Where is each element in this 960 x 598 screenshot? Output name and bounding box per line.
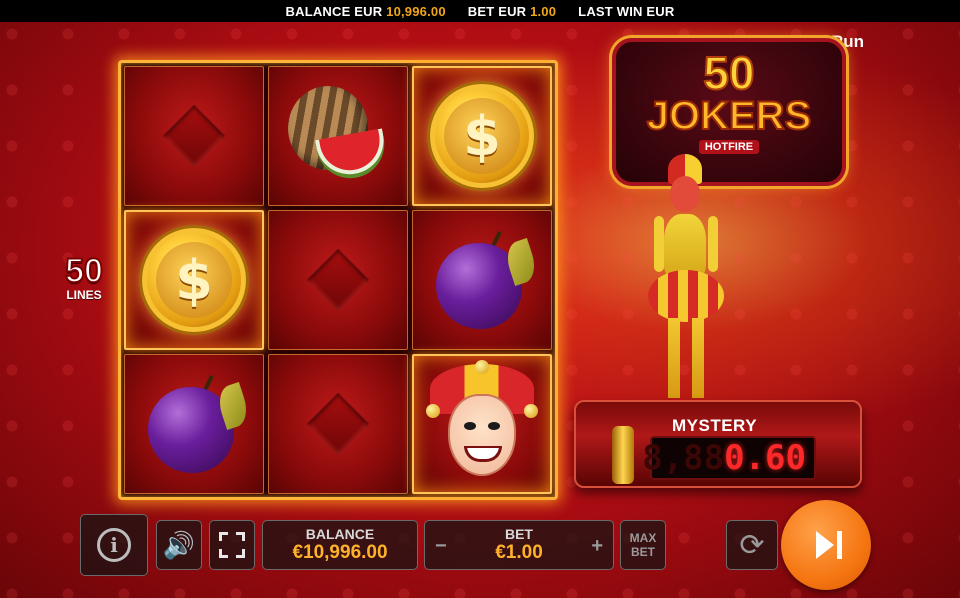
reel-cell	[268, 66, 408, 206]
logo-title: JOKERS	[646, 94, 813, 138]
reel-cell	[268, 210, 408, 350]
diamond-symbol-icon	[162, 104, 226, 168]
play-icon	[816, 531, 834, 559]
lines-label: LINES	[66, 288, 102, 302]
balance-status-label: BALANCE EUR	[285, 3, 383, 19]
plum-symbol-icon	[436, 230, 540, 329]
reel-cell	[268, 354, 408, 494]
bet-status-label: BET EUR	[467, 3, 527, 19]
reel-cell-hot: $	[412, 66, 552, 206]
mystery-jackpot: MYSTERY 8,88 0.60	[574, 400, 862, 488]
speaker-icon: 🔊	[162, 529, 196, 560]
jester-character-icon	[644, 154, 728, 410]
max-bet-button[interactable]: MAX BET	[620, 520, 666, 570]
info-button[interactable]: i	[80, 514, 148, 576]
bet-value: €1.00	[495, 542, 543, 563]
logo-subtitle: HOTFIRE	[698, 140, 760, 154]
skip-bar-icon	[837, 531, 842, 559]
bet-status: BET EUR 1.00	[468, 4, 556, 19]
dollar-coin-symbol-icon: $	[430, 84, 534, 188]
balance-status: BALANCE EUR 10,996.00	[286, 4, 446, 19]
watermelon-symbol-icon	[288, 86, 389, 186]
last-win-status: LAST WIN EUR	[578, 4, 674, 19]
reel-cell-hot	[412, 354, 552, 494]
balance-label: BALANCE	[305, 526, 375, 542]
fullscreen-button[interactable]	[209, 520, 255, 570]
logo-number: 50	[702, 47, 755, 99]
mystery-title: MYSTERY	[672, 416, 758, 435]
autoplay-button[interactable]: ⟳	[726, 520, 778, 570]
plum-symbol-icon	[148, 374, 252, 473]
mystery-value: 0.60	[724, 438, 806, 478]
balance-panel: BALANCE €10,996.00	[262, 520, 418, 570]
reel-cell	[412, 210, 552, 350]
sound-button[interactable]: 🔊	[156, 520, 202, 570]
bet-increase-button[interactable]: +	[591, 535, 603, 558]
info-icon: i	[97, 528, 131, 562]
bet-label: BET	[504, 526, 533, 542]
top-status-bar: BALANCE EUR 10,996.00 BET EUR 1.00 LAST …	[0, 0, 960, 22]
last-win-status-label: LAST WIN EUR	[578, 3, 675, 19]
jackpot-coin-icon	[612, 426, 634, 484]
mystery-display: 8,88 0.60	[642, 436, 816, 480]
diamond-symbol-icon	[306, 248, 370, 312]
reel-cell	[124, 354, 264, 494]
spin-button[interactable]	[781, 500, 871, 590]
max-bet-label-line2: BET	[631, 545, 655, 559]
reel-grid: $ $	[118, 60, 558, 500]
joker-symbol-icon	[426, 360, 538, 484]
lines-count: 50	[64, 252, 104, 290]
reel-cell	[124, 66, 264, 206]
lines-indicator: 50 LINES	[58, 252, 110, 302]
autoplay-icon: ⟳	[739, 528, 765, 562]
diamond-symbol-icon	[306, 392, 370, 456]
balance-value: €10,996.00	[292, 542, 388, 563]
fullscreen-icon	[219, 532, 245, 558]
dollar-coin-symbol-icon: $	[142, 228, 246, 332]
mystery-ghost-digits: 8,88	[642, 438, 725, 478]
balance-status-value: 10,996.00	[386, 3, 446, 19]
bet-panel: − BET €1.00 +	[424, 520, 614, 570]
reel-cell-hot: $	[124, 210, 264, 350]
max-bet-label-line1: MAX	[629, 531, 657, 545]
bet-status-value: 1.00	[530, 3, 557, 19]
bet-decrease-button[interactable]: −	[435, 535, 447, 558]
